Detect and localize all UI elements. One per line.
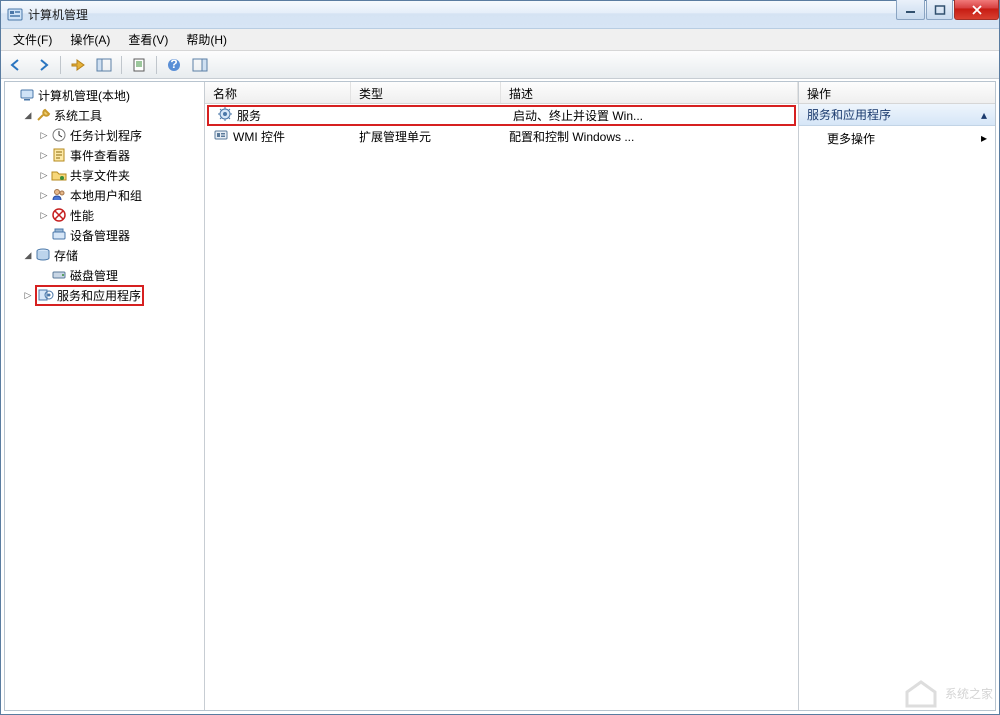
action-more[interactable]: 更多操作 ▸: [799, 126, 995, 150]
properties-button[interactable]: [127, 54, 151, 76]
window-controls: [896, 0, 999, 20]
close-button[interactable]: [954, 0, 999, 20]
tree-label: 任务计划程序: [70, 127, 142, 144]
maximize-button[interactable]: [926, 0, 953, 20]
app-icon: [7, 7, 23, 23]
tree-label: 本地用户和组: [70, 187, 142, 204]
tree-services-apps[interactable]: ▷ 服务和应用程序: [21, 285, 204, 305]
actions-header: 操作: [799, 82, 995, 104]
show-hide-tree-button[interactable]: [92, 54, 116, 76]
actions-category-label: 服务和应用程序: [807, 106, 891, 123]
up-level-button[interactable]: [66, 54, 90, 76]
cell-type: 扩展管理单元: [359, 128, 431, 145]
gear-icon: [217, 106, 233, 125]
tree-label: 存储: [54, 247, 78, 264]
collapse-icon[interactable]: ◢: [21, 110, 35, 121]
tree-pane[interactable]: 计算机管理(本地) ◢ 系统工具 ▷ 任务计划程序 ▷ 事件查看器: [5, 82, 205, 710]
tree-label: 系统工具: [54, 107, 102, 124]
tree-label: 性能: [70, 207, 94, 224]
submenu-arrow-icon: ▸: [981, 131, 987, 145]
toolbar: ?: [1, 51, 999, 79]
expand-icon[interactable]: ▷: [37, 210, 51, 221]
minimize-button[interactable]: [896, 0, 925, 20]
actions-pane: 操作 服务和应用程序 ▴ 更多操作 ▸: [799, 82, 995, 710]
menu-action[interactable]: 操作(A): [62, 29, 118, 50]
performance-icon: [51, 207, 67, 223]
expand-icon[interactable]: ▷: [37, 170, 51, 181]
list-body[interactable]: 服务 启动、终止并设置 Win... WMI 控件 扩展管理单元 配置和控制 W…: [205, 104, 798, 710]
col-header-name[interactable]: 名称: [205, 82, 351, 103]
tree-shared-folders[interactable]: ▷ 共享文件夹: [37, 165, 204, 185]
tree-task-scheduler[interactable]: ▷ 任务计划程序: [37, 125, 204, 145]
tools-icon: [35, 107, 51, 123]
list-header: 名称 类型 描述: [205, 82, 798, 104]
actions-category[interactable]: 服务和应用程序 ▴: [799, 104, 995, 126]
cell-name: 服务: [237, 107, 261, 124]
event-icon: [51, 147, 67, 163]
app-window: 计算机管理 文件(F) 操作(A) 查看(V) 帮助(H) ?: [0, 0, 1000, 715]
list-row-wmi[interactable]: WMI 控件 扩展管理单元 配置和控制 Windows ...: [205, 126, 798, 147]
tree-system-tools[interactable]: ◢ 系统工具: [21, 105, 204, 125]
services-apps-icon: [38, 287, 54, 303]
tree-label: 共享文件夹: [70, 167, 130, 184]
cell-name: WMI 控件: [233, 128, 285, 145]
tree-label: 事件查看器: [70, 147, 130, 164]
clock-icon: [51, 127, 67, 143]
collapse-icon[interactable]: ◢: [21, 250, 35, 261]
storage-icon: [35, 247, 51, 263]
menubar: 文件(F) 操作(A) 查看(V) 帮助(H): [1, 29, 999, 51]
expand-icon[interactable]: ▷: [37, 150, 51, 161]
list-pane: 名称 类型 描述 服务 启动、终止并设置 Win... WMI 控件 扩展管理单…: [205, 82, 799, 710]
svg-text:?: ?: [170, 58, 177, 71]
cell-desc: 配置和控制 Windows ...: [509, 128, 634, 145]
tree-event-viewer[interactable]: ▷ 事件查看器: [37, 145, 204, 165]
menu-view[interactable]: 查看(V): [120, 29, 176, 50]
expand-icon[interactable]: ▷: [37, 130, 51, 141]
help-button[interactable]: ?: [162, 54, 186, 76]
tree-label: 计算机管理(本地): [38, 87, 130, 104]
window-title: 计算机管理: [28, 6, 999, 23]
cell-desc: 启动、终止并设置 Win...: [513, 107, 643, 124]
menu-help[interactable]: 帮助(H): [178, 29, 235, 50]
titlebar[interactable]: 计算机管理: [1, 1, 999, 29]
disk-icon: [51, 267, 67, 283]
nav-back-button[interactable]: [5, 54, 29, 76]
show-actions-button[interactable]: [188, 54, 212, 76]
highlight-box: 服务和应用程序: [35, 285, 144, 306]
expand-icon[interactable]: ▷: [21, 290, 35, 301]
menu-file[interactable]: 文件(F): [5, 29, 60, 50]
tree-label: 磁盘管理: [70, 267, 118, 284]
tree-storage[interactable]: ◢ 存储: [21, 245, 204, 265]
list-row-services[interactable]: 服务 启动、终止并设置 Win...: [207, 105, 796, 126]
tree-performance[interactable]: ▷ 性能: [37, 205, 204, 225]
tree-device-manager[interactable]: 设备管理器: [37, 225, 204, 245]
content-area: 计算机管理(本地) ◢ 系统工具 ▷ 任务计划程序 ▷ 事件查看器: [4, 81, 996, 711]
device-icon: [51, 227, 67, 243]
action-label: 更多操作: [827, 130, 875, 147]
col-header-type[interactable]: 类型: [351, 82, 501, 103]
users-icon: [51, 187, 67, 203]
tree-local-users[interactable]: ▷ 本地用户和组: [37, 185, 204, 205]
computer-icon: [19, 87, 35, 103]
wmi-icon: [213, 127, 229, 146]
folder-share-icon: [51, 167, 67, 183]
tree-root[interactable]: 计算机管理(本地): [5, 85, 204, 105]
col-header-desc[interactable]: 描述: [501, 82, 798, 103]
nav-forward-button[interactable]: [31, 54, 55, 76]
expand-icon[interactable]: ▷: [37, 190, 51, 201]
tree-label: 服务和应用程序: [57, 287, 141, 304]
collapse-arrow-icon: ▴: [981, 108, 987, 122]
toolbar-separator: [121, 56, 122, 74]
toolbar-separator: [60, 56, 61, 74]
tree-label: 设备管理器: [70, 227, 130, 244]
tree-disk-management[interactable]: 磁盘管理: [37, 265, 204, 285]
toolbar-separator: [156, 56, 157, 74]
